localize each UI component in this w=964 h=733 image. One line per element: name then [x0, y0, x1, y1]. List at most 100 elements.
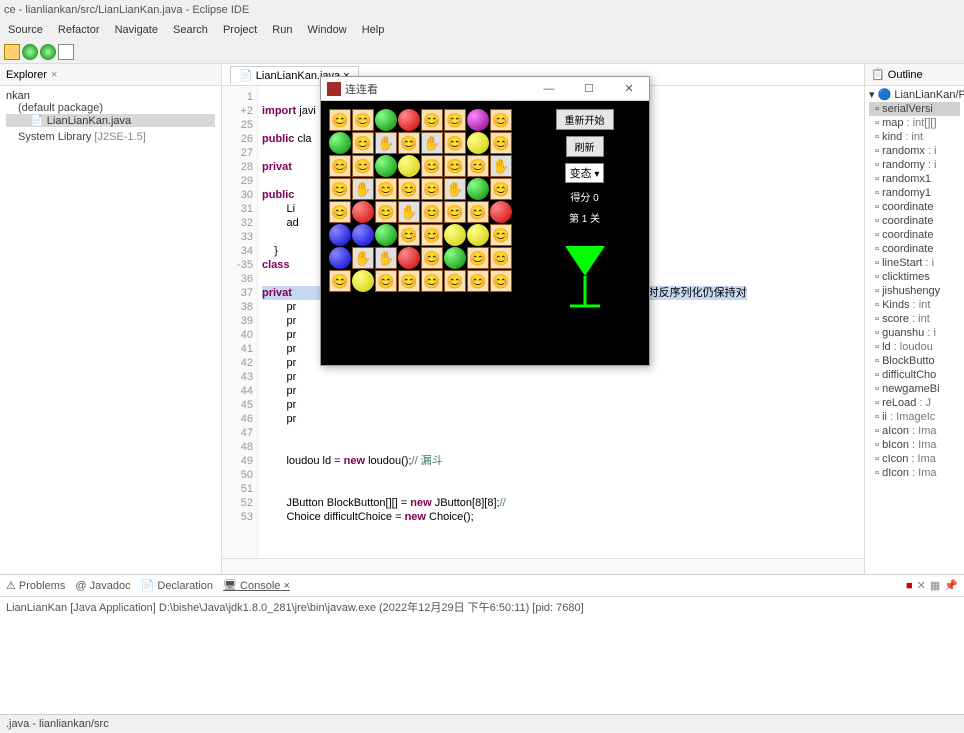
game-tile[interactable]: 😊 [490, 247, 512, 269]
menu-window[interactable]: Window [302, 24, 353, 36]
shuffle-button[interactable]: 刷新 [566, 136, 604, 157]
console-pin-icon[interactable]: 📌 [944, 575, 958, 597]
game-tile[interactable]: 😊 [467, 247, 489, 269]
game-tile[interactable]: 😊 [444, 155, 466, 177]
game-tile[interactable]: 😊 [329, 201, 351, 223]
outline-item[interactable]: ▫ guanshu : i [869, 326, 960, 340]
game-tile[interactable]: 😊 [444, 132, 466, 154]
game-tile[interactable] [467, 109, 489, 131]
game-tile[interactable] [467, 224, 489, 246]
outline-item[interactable]: ▫ randomy1 [869, 186, 960, 200]
game-tile[interactable] [398, 155, 420, 177]
game-tile[interactable]: 😊 [421, 270, 443, 292]
game-tile[interactable] [375, 224, 397, 246]
maximize-button[interactable]: ☐ [569, 77, 609, 101]
outline-tab-label[interactable]: Outline [888, 69, 923, 81]
game-tile[interactable] [375, 155, 397, 177]
game-tile[interactable]: 😊 [329, 178, 351, 200]
game-tile[interactable]: 😊 [421, 155, 443, 177]
tab-declaration[interactable]: 📄 Declaration [141, 575, 213, 597]
game-tile[interactable] [329, 132, 351, 154]
menu-navigate[interactable]: Navigate [109, 24, 164, 36]
new-icon[interactable] [58, 44, 74, 60]
game-tile[interactable]: 😊 [444, 109, 466, 131]
restart-button[interactable]: 重新开始 [556, 109, 614, 130]
game-tile[interactable]: ✋ [352, 178, 374, 200]
outline-item[interactable]: ▫ coordinate [869, 200, 960, 214]
run-icon[interactable] [40, 44, 56, 60]
game-tile[interactable]: 😊 [375, 270, 397, 292]
game-tile[interactable]: 😊 [352, 109, 374, 131]
game-tile[interactable]: ✋ [444, 178, 466, 200]
game-tile[interactable] [490, 201, 512, 223]
outline-item[interactable]: ▫ serialVersi [869, 102, 960, 116]
outline-item[interactable]: ▫ coordinate [869, 214, 960, 228]
game-tile[interactable]: 😊 [421, 224, 443, 246]
game-tile[interactable]: ✋ [352, 247, 374, 269]
game-tile[interactable]: 😊 [490, 132, 512, 154]
game-tile[interactable]: 😊 [398, 270, 420, 292]
outline-item[interactable]: ▫ ii : ImageIc [869, 410, 960, 424]
game-tile[interactable]: ✋ [398, 201, 420, 223]
tree-project[interactable]: nkan [6, 90, 215, 102]
outline-item[interactable]: ▫ coordinate [869, 228, 960, 242]
menu-source[interactable]: Source [2, 24, 49, 36]
outline-item[interactable]: ▫ bIcon : Ima [869, 438, 960, 452]
tree-package[interactable]: (default package) [6, 102, 215, 114]
game-tile[interactable] [329, 247, 351, 269]
menu-refactor[interactable]: Refactor [52, 24, 106, 36]
outline-item[interactable]: ▫ randomx : i [869, 144, 960, 158]
save-icon[interactable] [4, 44, 20, 60]
game-tile[interactable]: ✋ [421, 132, 443, 154]
game-tile[interactable] [444, 224, 466, 246]
game-tile[interactable]: 😊 [490, 178, 512, 200]
game-tile[interactable]: 😊 [329, 155, 351, 177]
game-tile[interactable]: 😊 [490, 270, 512, 292]
tab-javadoc[interactable]: @ Javadoc [75, 575, 130, 597]
game-tile[interactable] [352, 201, 374, 223]
game-tile[interactable] [352, 224, 374, 246]
outline-item[interactable]: ▫ dIcon : Ima [869, 466, 960, 480]
minimize-button[interactable]: — [529, 77, 569, 101]
game-tile[interactable]: ✋ [490, 155, 512, 177]
game-tile[interactable] [467, 178, 489, 200]
debug-icon[interactable] [22, 44, 38, 60]
tab-problems[interactable]: ⚠ Problems [6, 575, 65, 597]
outline-item[interactable]: ▫ newgameBi [869, 382, 960, 396]
explorer-tab-label[interactable]: Explorer [6, 64, 47, 86]
game-tile[interactable]: 😊 [421, 178, 443, 200]
outline-item[interactable]: ▫ aIcon : Ima [869, 424, 960, 438]
game-tile[interactable]: 😊 [352, 132, 374, 154]
console-clear-icon[interactable]: ▦ [930, 575, 940, 597]
game-tile[interactable]: 😊 [490, 109, 512, 131]
game-tile[interactable] [398, 247, 420, 269]
game-tile[interactable]: 😊 [467, 201, 489, 223]
game-tile[interactable] [329, 224, 351, 246]
game-grid[interactable]: 😊😊😊😊😊😊✋😊✋😊😊😊😊😊😊😊✋😊✋😊😊😊✋😊😊😊✋😊😊😊😊😊😊✋✋😊😊😊😊😊… [321, 101, 520, 365]
tree-file-selected[interactable]: 📄 LianLianKan.java [6, 114, 215, 127]
menu-run[interactable]: Run [266, 24, 298, 36]
game-tile[interactable]: ✋ [375, 132, 397, 154]
outline-item[interactable]: ▫ score : int [869, 312, 960, 326]
close-icon[interactable]: × [51, 64, 57, 86]
horizontal-scrollbar[interactable] [222, 558, 864, 574]
outline-item[interactable]: ▫ Kinds : int [869, 298, 960, 312]
game-tile[interactable] [352, 270, 374, 292]
game-tile[interactable] [444, 247, 466, 269]
game-tile[interactable]: 😊 [352, 155, 374, 177]
game-tile[interactable]: 😊 [444, 201, 466, 223]
game-tile[interactable]: 😊 [329, 109, 351, 131]
menu-project[interactable]: Project [217, 24, 263, 36]
tree-library[interactable]: System Library [J2SE-1.5] [6, 131, 215, 143]
game-tile[interactable]: 😊 [398, 132, 420, 154]
outline-item[interactable]: ▫ clicktimes [869, 270, 960, 284]
game-tile[interactable]: 😊 [490, 224, 512, 246]
game-tile[interactable]: 😊 [467, 155, 489, 177]
tab-console[interactable]: 🖥 Console × [223, 575, 290, 597]
outline-item[interactable]: ▫ cIcon : Ima [869, 452, 960, 466]
game-tile[interactable] [375, 109, 397, 131]
outline-item[interactable]: ▫ kind : int [869, 130, 960, 144]
game-tile[interactable] [467, 132, 489, 154]
menu-search[interactable]: Search [167, 24, 214, 36]
game-tile[interactable]: 😊 [421, 109, 443, 131]
